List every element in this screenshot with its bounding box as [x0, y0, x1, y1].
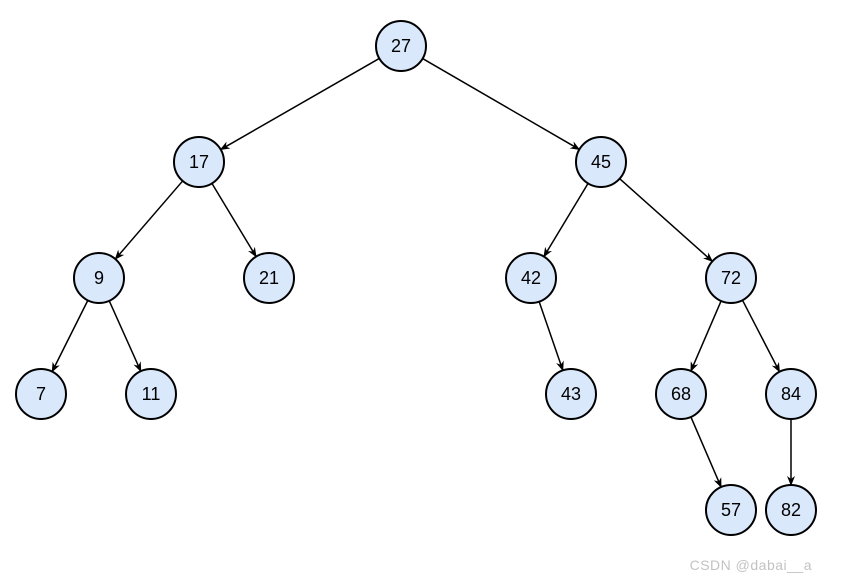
tree-node: 72 — [706, 253, 756, 303]
tree-node: 21 — [244, 253, 294, 303]
tree-node: 9 — [74, 253, 124, 303]
tree-edge — [691, 417, 721, 487]
node-value: 45 — [591, 152, 611, 172]
tree-node: 7 — [16, 369, 66, 419]
tree-edge — [115, 181, 182, 259]
tree-edge — [212, 183, 256, 256]
tree-node: 43 — [546, 369, 596, 419]
node-value: 43 — [561, 384, 581, 404]
tree-node: 68 — [656, 369, 706, 419]
node-value: 9 — [94, 268, 104, 288]
tree-edge — [544, 183, 588, 256]
tree-edge — [742, 300, 779, 372]
node-value: 17 — [189, 152, 209, 172]
tree-edge — [221, 58, 380, 149]
tree-edge — [423, 59, 580, 150]
tree-edge — [691, 301, 721, 371]
tree-node: 17 — [174, 137, 224, 187]
node-value: 27 — [391, 36, 411, 56]
tree-node: 82 — [766, 485, 816, 535]
binary-search-tree-diagram: 27 17 45 9 21 42 72 7 11 43 68 84 57 82 — [0, 0, 842, 581]
node-value: 21 — [259, 268, 279, 288]
tree-node: 57 — [706, 485, 756, 535]
tree-edge — [539, 302, 563, 371]
node-value: 82 — [781, 500, 801, 520]
tree-edge — [52, 300, 88, 371]
tree-node: 45 — [576, 137, 626, 187]
tree-edge — [620, 179, 713, 262]
node-value: 11 — [142, 384, 161, 404]
node-value: 7 — [36, 384, 46, 404]
node-value: 84 — [781, 384, 801, 404]
tree-node: 42 — [506, 253, 556, 303]
tree-edge — [109, 301, 141, 371]
node-value: 72 — [721, 268, 741, 288]
node-value: 68 — [671, 384, 691, 404]
tree-node: 84 — [766, 369, 816, 419]
node-value: 42 — [521, 268, 541, 288]
tree-node: 11 — [126, 369, 176, 419]
edges-layer — [52, 58, 791, 487]
node-value: 57 — [721, 500, 741, 520]
tree-node: 27 — [376, 21, 426, 71]
nodes-layer: 27 17 45 9 21 42 72 7 11 43 68 84 57 82 — [16, 21, 816, 535]
